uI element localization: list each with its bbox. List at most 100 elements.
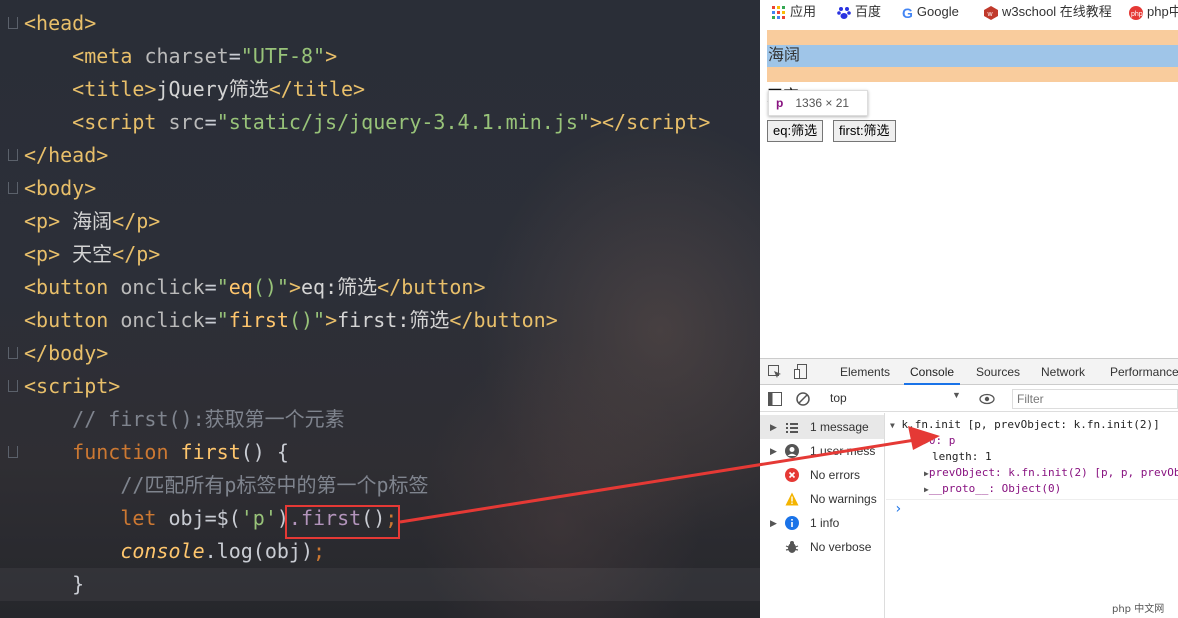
code-line[interactable]: </head> (24, 139, 108, 172)
sidebar-label-verbose: No verbose (810, 540, 872, 554)
console-item-0[interactable]: ▶0: p (924, 433, 955, 449)
svg-text:w: w (987, 11, 994, 18)
fold-marker-icon[interactable] (8, 149, 18, 161)
console-prompt[interactable]: › (894, 501, 902, 517)
device-toolbar-icon[interactable] (794, 364, 808, 380)
apps-grid-icon (772, 5, 785, 19)
console-prevobject[interactable]: ▶prevObject: k.fn.init(2) [p, p, prevOb (924, 465, 1178, 481)
bookmark-apps[interactable]: 应用 (772, 3, 816, 21)
console-length: length: 1 (932, 450, 992, 463)
code-line[interactable]: <button onclick="eq()">eq:筛选</button> (24, 271, 486, 304)
code-line[interactable]: console.log(obj); (24, 535, 325, 568)
bookmark-baidu[interactable]: 百度 (837, 3, 881, 21)
bookmark-baidu-label: 百度 (855, 4, 882, 19)
console-object-header[interactable]: ▼ k.fn.init [p, prevObject: k.fn.init(2)… (890, 417, 1160, 433)
console-output: ▼ k.fn.init [p, prevObject: k.fn.init(2)… (886, 413, 1178, 618)
console-object-label: k.fn.init [p, prevObject: k.fn.init(2)] (901, 418, 1160, 431)
sidebar-label-warnings: No warnings (810, 492, 877, 506)
sidebar-item-errors[interactable]: No errors (760, 463, 884, 487)
tab-performance[interactable]: Performance (1110, 359, 1178, 385)
bookmark-php[interactable]: php php中 (1129, 3, 1178, 21)
current-line-highlight (0, 568, 760, 601)
code-line[interactable]: //匹配所有p标签中的第一个p标签 (24, 469, 428, 502)
sidebar-item-messages[interactable]: ▶ 1 message (760, 415, 884, 439)
tab-network[interactable]: Network (1041, 359, 1085, 385)
bookmark-apps-label: 应用 (790, 4, 817, 19)
sidebar-label-errors: No errors (810, 468, 861, 482)
error-icon (785, 468, 799, 482)
sidebar-label-user-messages: 1 user mess (810, 444, 876, 458)
console-item-0-label: 0: p (928, 434, 956, 447)
bookmark-php-label: php中 (1147, 4, 1178, 19)
sidebar-item-info[interactable]: ▶ 1 info (760, 511, 884, 535)
expand-arrow-icon[interactable]: ▶ (770, 415, 777, 439)
bookmark-google-label: Google (916, 4, 959, 19)
code-line[interactable]: // first():获取第一个元素 (24, 403, 344, 436)
watermark: php 中文网 (1112, 604, 1165, 615)
tooltip-tag: p (776, 96, 784, 110)
console-divider (886, 499, 1178, 500)
code-line[interactable]: <p> 天空</p> (24, 238, 160, 271)
warning-icon (785, 492, 799, 506)
paragraph-first: 海阔 (767, 45, 1178, 67)
page-viewport: 海阔 天空 p1336 × 21 eq:筛选 first:筛选 (760, 24, 1178, 358)
code-line[interactable]: <meta charset="UTF-8"> (24, 40, 337, 73)
code-line[interactable]: <script> (24, 370, 120, 403)
bookmark-google[interactable]: G Google (902, 3, 959, 21)
console-sidebar: ▶ 1 message ▶ 1 user mess No errors No w… (760, 413, 885, 618)
console-proto-label: __proto__: Object(0) (928, 482, 1062, 495)
tab-console[interactable]: Console (904, 359, 961, 385)
console-proto[interactable]: ▶__proto__: Object(0) (924, 481, 1061, 497)
tooltip-size: 1336 × 21 (795, 96, 850, 110)
browser-window: 应用 百度 G Google w w3school 在线教程 php php中 海… (760, 0, 1178, 618)
inspect-tooltip: p 1336 × 21 (768, 90, 868, 116)
sidebar-item-verbose[interactable]: No verbose (760, 535, 884, 559)
user-icon (785, 444, 799, 458)
bookmark-w3school-label: w3school 在线教程 (1002, 4, 1112, 19)
sidebar-label-messages: 1 message (810, 420, 869, 434)
sidebar-label-info: 1 info (810, 516, 840, 530)
sidebar-toggle-icon[interactable] (768, 392, 782, 406)
expand-arrow-icon[interactable]: ▶ (770, 511, 777, 535)
sidebar-item-warnings[interactable]: No warnings (760, 487, 884, 511)
php-icon: php (1129, 5, 1143, 20)
code-line[interactable]: </body> (24, 337, 108, 370)
annotation-highlight-box (285, 505, 400, 539)
console-prevobject-label: prevObject: k.fn.init(2) [p, p, prevOb (928, 466, 1178, 479)
code-editor[interactable]: <head> <meta charset="UTF-8"> <title>jQu… (0, 0, 760, 618)
tab-sources[interactable]: Sources (976, 359, 1020, 385)
svg-text:php: php (1131, 11, 1143, 18)
fold-marker-icon[interactable] (8, 446, 18, 458)
inspect-element-icon[interactable] (768, 365, 782, 379)
fold-marker-icon[interactable] (8, 347, 18, 359)
devtools-panel: Elements Console Sources Network Perform… (760, 358, 1178, 618)
fold-marker-icon[interactable] (8, 182, 18, 194)
first-filter-button[interactable]: first:筛选 (833, 120, 896, 142)
expanded-arrow-icon[interactable]: ▼ (890, 421, 895, 430)
eq-filter-button[interactable]: eq:筛选 (767, 120, 824, 142)
context-dropdown-icon[interactable]: ▼ (952, 390, 961, 400)
expand-arrow-icon[interactable]: ▶ (770, 439, 777, 463)
sidebar-item-user-messages[interactable]: ▶ 1 user mess (760, 439, 884, 463)
info-icon (785, 516, 799, 530)
fold-marker-icon[interactable] (8, 380, 18, 392)
console-toolbar: top ▼ Filter (760, 386, 1178, 412)
context-select[interactable]: top (830, 391, 847, 405)
code-line[interactable]: } (24, 568, 84, 601)
live-expression-eye-icon[interactable] (979, 393, 995, 405)
google-g-icon: G (902, 4, 913, 21)
tab-elements[interactable]: Elements (840, 359, 890, 385)
code-line[interactable]: <p> 海阔</p> (24, 205, 160, 238)
w3school-icon: w (984, 5, 998, 20)
code-line[interactable]: function first() { (24, 436, 289, 469)
console-filter-input[interactable]: Filter (1012, 389, 1178, 409)
fold-marker-icon[interactable] (8, 17, 18, 29)
clear-console-icon[interactable] (796, 392, 810, 406)
code-line[interactable]: <script src="static/js/jquery-3.4.1.min.… (24, 106, 710, 139)
code-line[interactable]: <title>jQuery筛选</title> (24, 73, 365, 106)
code-line[interactable]: <button onclick="first()">first:筛选</butt… (24, 304, 558, 337)
code-line[interactable]: <body> (24, 172, 96, 205)
code-line[interactable]: <head> (24, 7, 96, 40)
bookmarks-bar: 应用 百度 G Google w w3school 在线教程 php php中 (760, 0, 1178, 24)
bookmark-w3school[interactable]: w w3school 在线教程 (984, 3, 1112, 21)
